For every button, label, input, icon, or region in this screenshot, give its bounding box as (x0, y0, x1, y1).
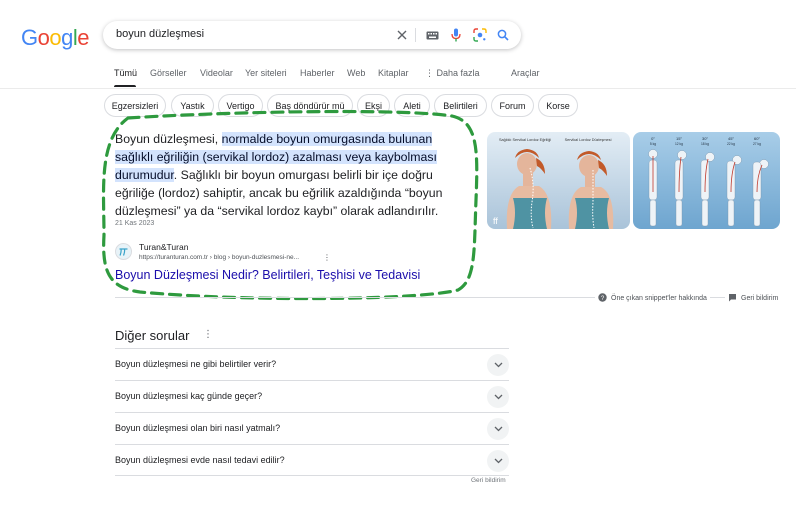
search-input[interactable]: boyun düzleşmesi (116, 28, 204, 40)
active-tab-indicator (114, 85, 136, 87)
angle-label-60: 60° (754, 136, 760, 141)
paa-question-2[interactable]: Boyun düzleşmesi kaç günde geçer? (115, 380, 509, 412)
paa-question-1[interactable]: Boyun düzleşmesi ne gibi belirtiler veri… (115, 348, 509, 380)
angle-label-0: 0° (651, 136, 655, 141)
header-divider (0, 88, 796, 89)
mic-icon[interactable] (447, 26, 465, 44)
paa-question-text: Boyun düzleşmesi evde nasıl tedavi edili… (115, 455, 285, 465)
close-icon[interactable] (393, 26, 411, 44)
chevron-down-icon[interactable] (487, 450, 509, 472)
paa-menu-icon[interactable]: ⋮ (203, 329, 213, 340)
tab-more[interactable]: ⋮ Daha fazla (425, 68, 480, 79)
result-title-link[interactable]: Boyun Düzleşmesi Nedir? Belirtileri, Teş… (115, 268, 420, 282)
tab-news[interactable]: Haberler (300, 68, 335, 78)
paa-title: Diğer sorular (115, 328, 190, 343)
paa-feedback-link[interactable]: Geri bildirim (471, 477, 506, 484)
help-icon: ? (598, 293, 607, 304)
logo-letter-g2: g (61, 25, 73, 50)
chip-symptoms[interactable]: Belirtileri (434, 94, 487, 117)
more-dots-icon: ⋮ (425, 68, 437, 78)
chevron-down-icon[interactable] (487, 354, 509, 376)
weight-label-60: 27 kg (753, 142, 761, 146)
chip-vertigo[interactable]: Vertigo (218, 94, 263, 117)
chip-exercises[interactable]: Egzersizleri (104, 94, 166, 117)
weight-label-15: 12 kg (675, 142, 683, 146)
tab-all[interactable]: Tümü (114, 68, 137, 78)
weight-label-0: 5 kg (650, 142, 656, 146)
tab-images[interactable]: Görseller (150, 68, 187, 78)
tab-tools[interactable]: Araçlar (511, 68, 540, 78)
snippet-date: 21 Kas 2023 (115, 220, 155, 227)
snippet-image-angles[interactable]: 0° 15° 30° 45° 60° 5 kg 12 kg 18 kg 22 k… (633, 132, 780, 229)
snippet-feedback-link[interactable]: Geri bildirim (725, 293, 782, 304)
chip-eksi[interactable]: Ekşi (357, 94, 390, 117)
featured-snippet-text: Boyun düzleşmesi, normalde boyun omurgas… (115, 130, 445, 220)
paa-question-text: Boyun düzleşmesi olan biri nasıl yatmalı… (115, 423, 281, 433)
about-snippets-label: Öne çıkan snippet'ler hakkında (611, 295, 707, 302)
tab-videos[interactable]: Videolar (200, 68, 233, 78)
logo-letter-o1: o (37, 25, 50, 50)
logo-letter-g1: G (21, 25, 38, 50)
paa-question-text: Boyun düzleşmesi ne gibi belirtiler veri… (115, 359, 277, 369)
lens-icon[interactable] (471, 26, 489, 44)
angle-label-15: 15° (676, 136, 682, 141)
angle-label-30: 30° (702, 136, 708, 141)
paa-bottom-divider (115, 475, 509, 476)
paa-question-4[interactable]: Boyun düzleşmesi evde nasıl tedavi edili… (115, 444, 509, 476)
chip-dizziness[interactable]: Baş döndürür mü (267, 94, 353, 117)
chevron-down-icon[interactable] (487, 418, 509, 440)
source-menu-icon[interactable]: ⋮ (323, 253, 331, 262)
snippet-text-pre: Boyun düzleşmesi, (115, 132, 222, 146)
snippet-image-posture[interactable]: Sağlıklı Servikal Lordoz Eğriliği Servik… (487, 132, 630, 229)
source-favicon[interactable] (115, 243, 132, 260)
chip-forum[interactable]: Forum (491, 94, 534, 117)
source-name[interactable]: Turan&Turan (139, 242, 188, 252)
snippet-feedback-label: Geri bildirim (741, 295, 779, 302)
google-logo[interactable]: Google (21, 25, 90, 51)
search-divider (415, 28, 416, 42)
about-snippets-link[interactable]: ? Öne çıkan snippet'ler hakkında (595, 293, 710, 304)
chip-pillow[interactable]: Yastık (171, 94, 214, 117)
logo-letter-e: e (77, 25, 90, 50)
search-box[interactable]: boyun düzleşmesi (103, 21, 521, 49)
chevron-down-icon[interactable] (487, 386, 509, 408)
paa-question-3[interactable]: Boyun düzleşmesi olan biri nasıl yatmalı… (115, 412, 509, 444)
weight-label-30: 18 kg (701, 142, 709, 146)
chip-device[interactable]: Aleti (394, 94, 430, 117)
paa-question-text: Boyun düzleşmesi kaç günde geçer? (115, 391, 263, 401)
keyboard-icon[interactable] (423, 26, 441, 44)
feedback-icon (728, 293, 737, 304)
source-url[interactable]: https://turanturan.com.tr › blog › boyun… (139, 254, 299, 261)
tab-web[interactable]: Web (347, 68, 365, 78)
tab-places[interactable]: Yer siteleri (245, 68, 287, 78)
weight-label-45: 22 kg (727, 142, 735, 146)
logo-letter-o2: o (49, 25, 62, 50)
tab-more-label: Daha fazla (436, 68, 480, 78)
search-icon[interactable] (494, 26, 512, 44)
chip-brace[interactable]: Korse (538, 94, 578, 117)
image1-label-left: Sağlıklı Servikal Lordoz Eğriliği (499, 138, 551, 142)
tab-books[interactable]: Kitaplar (378, 68, 409, 78)
image1-label-right: Servikal Lordoz Düzleşmesi (565, 138, 612, 142)
image1-watermark: ff (493, 216, 498, 226)
angle-label-45: 45° (728, 136, 734, 141)
